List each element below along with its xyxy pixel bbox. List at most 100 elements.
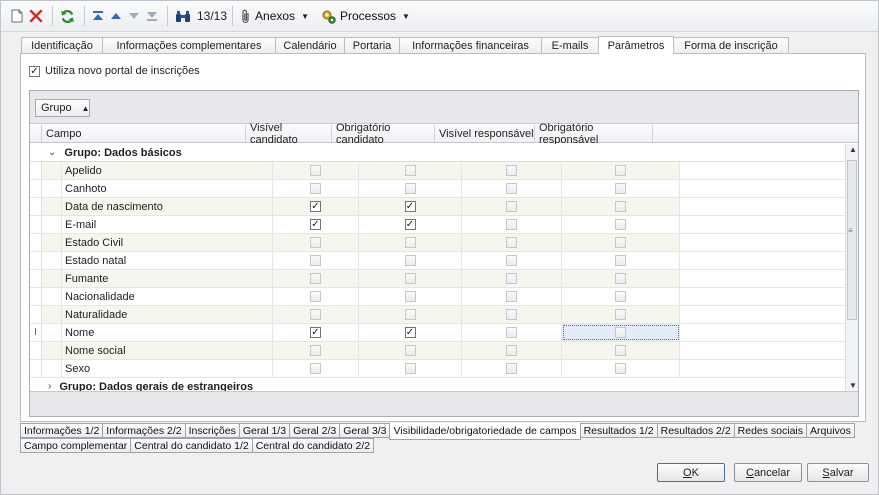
tab-central-candidato-1-2[interactable]: Central do candidato 1/2 [130, 438, 253, 453]
visivel-candidato-cell[interactable]: ✓ [273, 324, 359, 341]
row-indicator[interactable] [30, 360, 42, 377]
tab-identificacao[interactable]: Identificação [21, 37, 103, 54]
scroll-down-icon[interactable]: ▼ [849, 381, 857, 390]
obrigatorio-responsavel-cell[interactable] [562, 162, 680, 179]
row-indicator[interactable] [30, 342, 42, 359]
table-row[interactable]: Estado natal [30, 252, 845, 270]
visivel-responsavel-cell[interactable] [462, 162, 562, 179]
table-row[interactable]: E-mail ✓ ✓ [30, 216, 845, 234]
table-row[interactable]: Apelido [30, 162, 845, 180]
obrigatorio-candidato-checkbox[interactable] [404, 291, 416, 302]
obrigatorio-candidato-cell[interactable]: ✓ [359, 216, 462, 233]
visivel-responsavel-checkbox[interactable] [506, 327, 517, 338]
visivel-candidato-cell[interactable] [273, 180, 359, 197]
obrigatorio-candidato-cell[interactable] [359, 252, 462, 269]
obrigatorio-responsavel-cell[interactable] [562, 180, 680, 197]
tab-portaria[interactable]: Portaria [344, 37, 400, 54]
obrigatorio-candidato-cell[interactable]: ✓ [359, 324, 462, 341]
table-row[interactable]: Data de nascimento ✓ ✓ [30, 198, 845, 216]
visivel-responsavel-cell[interactable] [462, 216, 562, 233]
obrigatorio-responsavel-cell[interactable] [562, 288, 680, 305]
row-indicator[interactable] [30, 180, 42, 197]
obrigatorio-responsavel-cell[interactable] [562, 342, 680, 359]
obrigatorio-responsavel-checkbox[interactable] [615, 291, 626, 302]
obrigatorio-responsavel-checkbox[interactable] [615, 345, 626, 356]
visivel-candidato-checkbox[interactable]: ✓ [310, 219, 321, 230]
tab-emails[interactable]: E-mails [541, 37, 599, 54]
row-indicator[interactable] [30, 270, 42, 287]
column-header-visivel-candidato[interactable]: Visível candidato [246, 122, 332, 146]
group-row-dados-estrangeiros[interactable]: › Grupo: Dados gerais de estrangeiros [30, 378, 845, 391]
obrigatorio-responsavel-checkbox[interactable] [615, 309, 626, 320]
obrigatorio-responsavel-cell[interactable] [562, 324, 680, 341]
obrigatorio-responsavel-checkbox[interactable] [615, 273, 626, 284]
obrigatorio-candidato-checkbox[interactable]: ✓ [404, 201, 416, 212]
visivel-responsavel-cell[interactable] [462, 270, 562, 287]
visivel-candidato-checkbox[interactable] [310, 273, 321, 284]
table-row[interactable]: Nacionalidade [30, 288, 845, 306]
tab-informacoes-financeiras[interactable]: Informações financeiras [399, 37, 542, 54]
visivel-candidato-checkbox[interactable] [310, 237, 321, 248]
obrigatorio-candidato-cell[interactable] [359, 180, 462, 197]
visivel-responsavel-checkbox[interactable] [506, 363, 517, 374]
table-row[interactable]: Naturalidade [30, 306, 845, 324]
obrigatorio-responsavel-cell[interactable] [562, 306, 680, 323]
row-indicator[interactable]: I [30, 324, 42, 341]
obrigatorio-candidato-cell[interactable] [359, 270, 462, 287]
first-record-button[interactable] [90, 5, 106, 27]
tab-geral-1-3[interactable]: Geral 1/3 [238, 423, 291, 438]
tab-resultados-2-2[interactable]: Resultados 2/2 [656, 423, 735, 438]
cancel-button[interactable]: Cancelar [734, 463, 802, 482]
previous-record-button[interactable] [108, 5, 124, 27]
tab-inscricoes[interactable]: Inscrições [184, 423, 240, 438]
portal-checkbox[interactable]: ✓ [29, 65, 40, 77]
obrigatorio-responsavel-checkbox[interactable] [615, 363, 626, 374]
visivel-candidato-checkbox[interactable] [310, 165, 321, 176]
visivel-candidato-cell[interactable] [273, 270, 359, 287]
visivel-candidato-cell[interactable] [273, 306, 359, 323]
obrigatorio-candidato-checkbox[interactable]: ✓ [404, 327, 416, 338]
obrigatorio-responsavel-cell[interactable] [562, 252, 680, 269]
tab-central-candidato-2-2[interactable]: Central do candidato 2/2 [251, 438, 375, 453]
obrigatorio-responsavel-checkbox[interactable] [615, 183, 626, 194]
visivel-candidato-checkbox[interactable] [310, 309, 321, 320]
visivel-responsavel-checkbox[interactable] [506, 273, 517, 284]
visivel-responsavel-cell[interactable] [462, 360, 562, 377]
visivel-responsavel-cell[interactable] [462, 342, 562, 359]
delete-button[interactable] [27, 5, 45, 27]
tab-calendario[interactable]: Calendário [275, 37, 345, 54]
visivel-responsavel-cell[interactable] [462, 306, 562, 323]
obrigatorio-candidato-cell[interactable] [359, 360, 462, 377]
visivel-candidato-cell[interactable] [273, 234, 359, 251]
visivel-responsavel-checkbox[interactable] [506, 219, 517, 230]
row-indicator[interactable] [30, 306, 42, 323]
vertical-scrollbar[interactable]: ▲ ≡ ▼ [845, 144, 858, 391]
table-row[interactable]: Estado Civil [30, 234, 845, 252]
table-row[interactable]: Canhoto [30, 180, 845, 198]
visivel-responsavel-cell[interactable] [462, 252, 562, 269]
column-header-obrigatorio-candidato[interactable]: Obrigatório candidato [332, 122, 435, 146]
visivel-responsavel-checkbox[interactable] [506, 165, 517, 176]
obrigatorio-responsavel-checkbox[interactable] [615, 219, 626, 230]
obrigatorio-responsavel-cell[interactable] [562, 270, 680, 287]
visivel-candidato-checkbox[interactable]: ✓ [310, 327, 321, 338]
tab-forma-de-inscricao[interactable]: Forma de inscrição [673, 37, 789, 54]
row-indicator[interactable] [30, 234, 42, 251]
obrigatorio-responsavel-cell[interactable] [562, 198, 680, 215]
obrigatorio-candidato-cell[interactable] [359, 306, 462, 323]
row-indicator[interactable] [30, 162, 42, 179]
obrigatorio-responsavel-checkbox[interactable] [615, 237, 626, 248]
visivel-candidato-checkbox[interactable] [310, 291, 321, 302]
obrigatorio-candidato-checkbox[interactable] [404, 363, 416, 374]
tab-informacoes-2-2[interactable]: Informações 2/2 [102, 423, 186, 438]
visivel-candidato-cell[interactable] [273, 288, 359, 305]
obrigatorio-candidato-cell[interactable] [359, 342, 462, 359]
table-row[interactable]: Sexo [30, 360, 845, 378]
obrigatorio-responsavel-checkbox[interactable] [615, 201, 626, 212]
obrigatorio-candidato-cell[interactable]: ✓ [359, 198, 462, 215]
visivel-responsavel-checkbox[interactable] [506, 291, 517, 302]
visivel-candidato-checkbox[interactable]: ✓ [310, 201, 321, 212]
tab-arquivos[interactable]: Arquivos [806, 423, 855, 438]
anexos-button[interactable]: Anexos ▼ [238, 5, 311, 27]
obrigatorio-candidato-checkbox[interactable] [404, 183, 416, 194]
